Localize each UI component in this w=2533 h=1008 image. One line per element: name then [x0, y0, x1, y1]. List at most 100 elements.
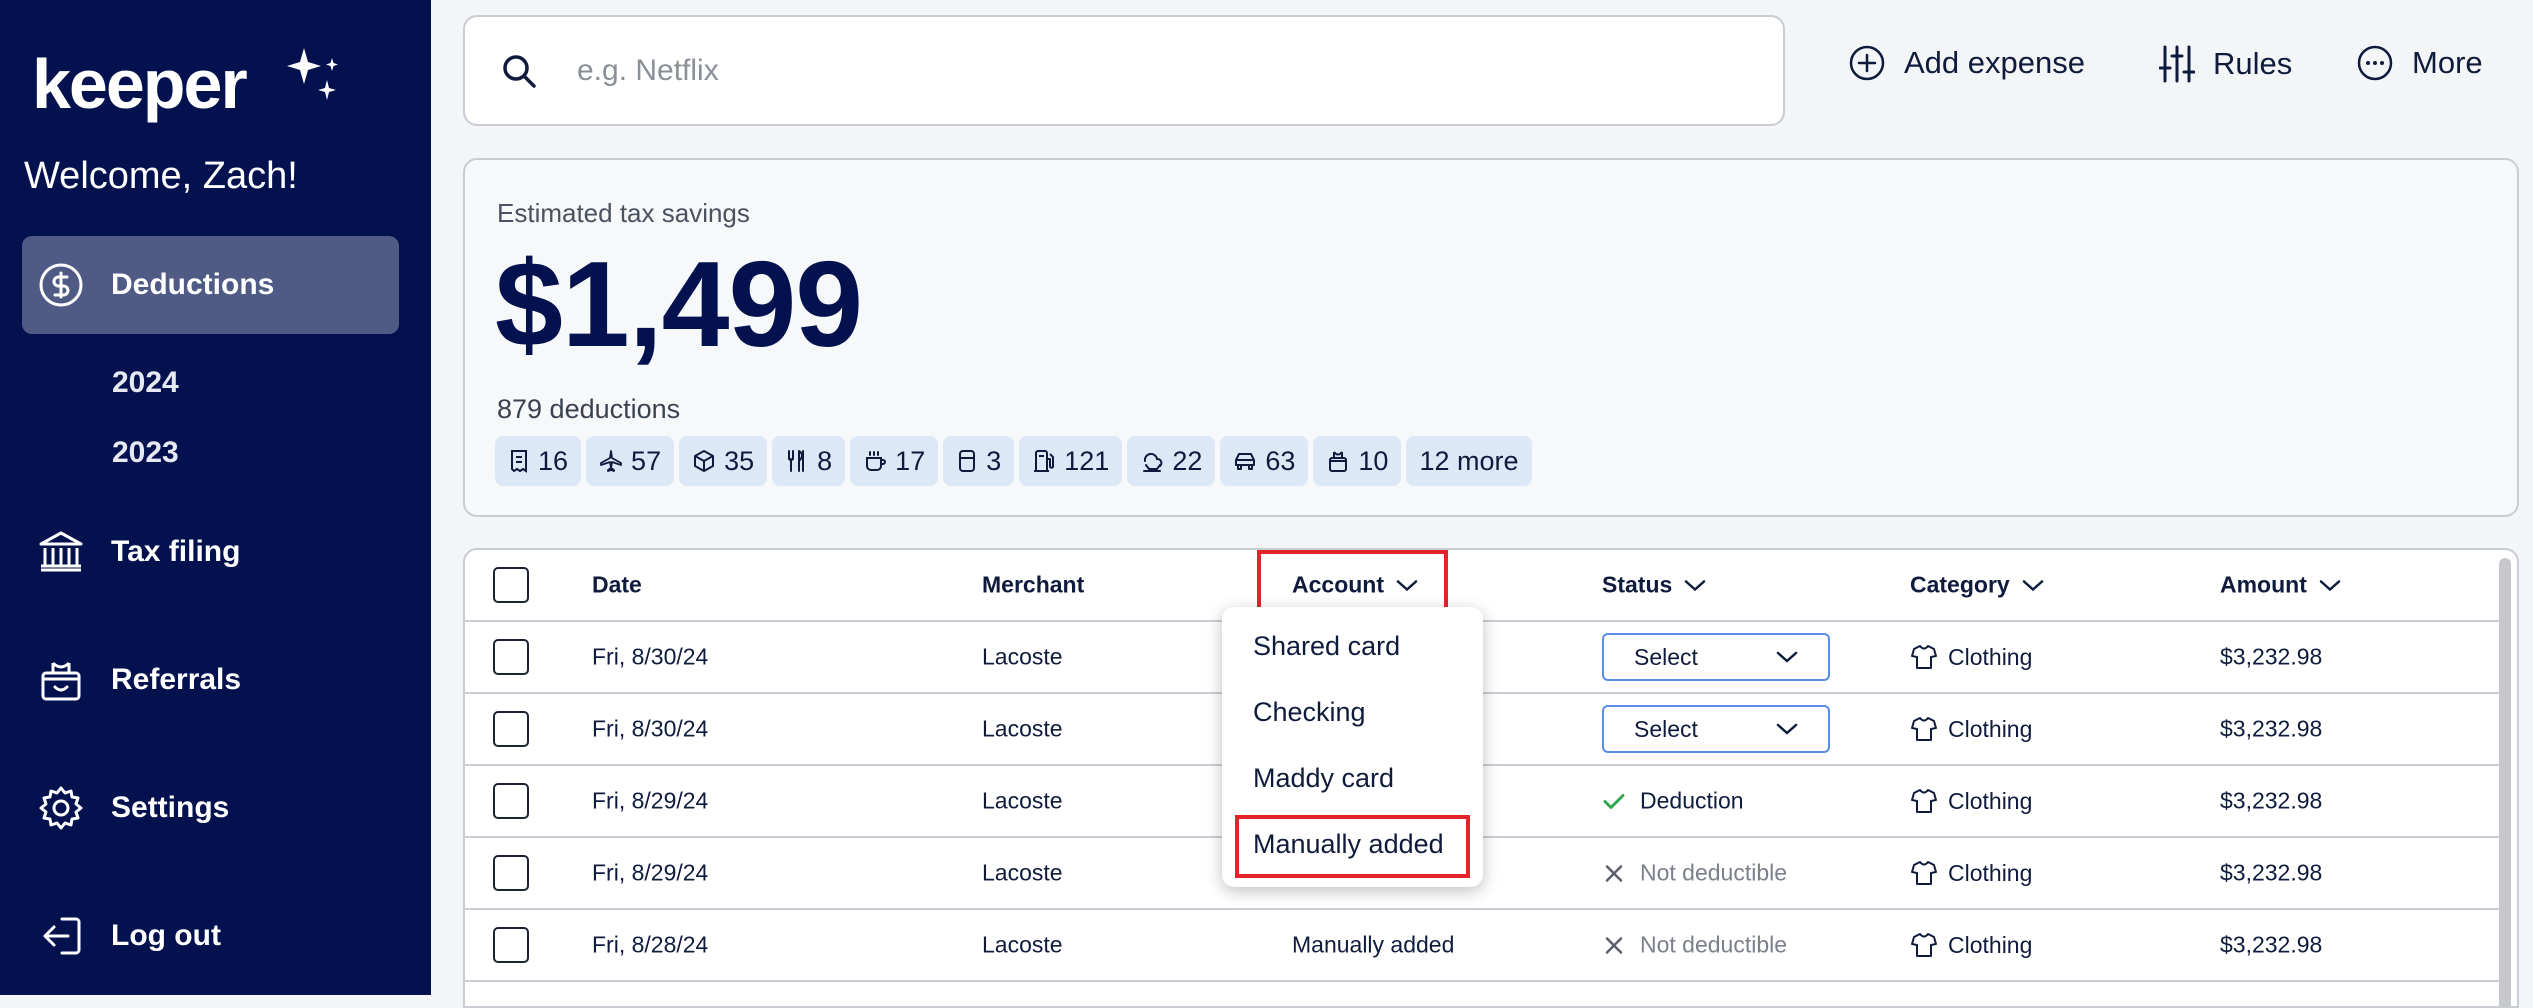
merchant-header[interactable]: Merchant — [982, 572, 1084, 599]
row-checkbox[interactable] — [493, 783, 529, 819]
chip-count: 16 — [538, 445, 569, 476]
row-status[interactable]: Deduction — [1602, 788, 1744, 815]
car-icon — [1235, 453, 1256, 470]
row-category[interactable]: Clothing — [1910, 787, 2032, 815]
row-category[interactable]: Clothing — [1910, 931, 2032, 959]
search-input[interactable] — [577, 53, 1677, 88]
cloud-car-icon — [1143, 452, 1163, 472]
status-select-value: Select — [1634, 643, 1698, 670]
shirt-icon — [1911, 789, 1937, 813]
more-button[interactable]: More — [2356, 44, 2483, 82]
more-label: More — [2412, 45, 2483, 80]
row-category[interactable]: Clothing — [1910, 643, 2032, 671]
sidebar-item-deductions[interactable]: Deductions — [22, 236, 399, 334]
row-merchant: Lacoste — [982, 643, 1063, 670]
chip-phone[interactable]: 3 — [943, 436, 1015, 486]
savings-label: Estimated tax savings — [497, 198, 750, 228]
sidebar-year-2023[interactable]: 2023 — [112, 436, 179, 470]
chip-rideshare[interactable]: 22 — [1127, 436, 1216, 486]
row-account: Manually added — [1292, 931, 1455, 958]
sparkle-icon — [287, 48, 338, 100]
account-header-label: Account — [1292, 571, 1384, 598]
category-chips: 16 57 35 8 17 3 121 22 63 10 12 more — [495, 436, 1532, 486]
date-header[interactable]: Date — [592, 572, 642, 599]
brand-name: keeper — [32, 45, 248, 123]
chip-car[interactable]: 63 — [1220, 436, 1309, 486]
status-select-value: Select — [1634, 715, 1698, 742]
row-checkbox[interactable] — [493, 639, 529, 675]
category-label: Clothing — [1948, 643, 2033, 670]
sidebar-item-label: Settings — [111, 791, 230, 824]
rules-label: Rules — [2213, 46, 2293, 81]
status-select[interactable]: Select — [1602, 633, 1830, 681]
select-all-checkbox[interactable] — [493, 567, 529, 603]
sidebar-item-tax-filing[interactable]: Tax filing — [22, 503, 399, 601]
row-amount: $3,232.98 — [2220, 931, 2323, 958]
row-checkbox[interactable] — [493, 855, 529, 891]
status-header-dropdown[interactable]: Status — [1602, 572, 1706, 599]
chevron-down-icon — [1776, 723, 1798, 735]
chip-count: 22 — [1172, 445, 1203, 476]
status-label: Not deductible — [1640, 859, 1788, 886]
row-checkbox[interactable] — [493, 927, 529, 963]
row-status[interactable]: Not deductible — [1602, 932, 1787, 959]
chevron-down-icon — [1776, 651, 1798, 663]
chip-receipt[interactable]: 16 — [495, 436, 582, 486]
sidebar-item-settings[interactable]: Settings — [22, 759, 399, 857]
sidebar-item-label: Log out — [111, 919, 221, 952]
account-option-manually-added[interactable]: Manually added — [1253, 829, 1444, 860]
sidebar-item-logout[interactable]: Log out — [22, 887, 399, 985]
row-amount: $3,232.98 — [2220, 643, 2323, 670]
sidebar-item-referrals[interactable]: Referrals — [22, 631, 399, 729]
table-row[interactable]: Fri, 8/28/24 Lacoste Manually added Not … — [465, 910, 2499, 982]
chip-meals[interactable]: 8 — [772, 436, 846, 486]
tax-savings-card: Estimated tax savings $1,499 879 deducti… — [463, 158, 2519, 517]
add-expense-label: Add expense — [1904, 45, 2085, 80]
row-amount: $3,232.98 — [2220, 715, 2323, 742]
sidebar: keeper Welcome, Zach! Deductions 2024 20… — [0, 0, 431, 995]
utensils-icon — [788, 450, 805, 472]
category-label: Clothing — [1948, 787, 2033, 814]
plus-circle-icon — [1849, 45, 1885, 81]
chip-count: 57 — [631, 445, 662, 476]
add-expense-button[interactable]: Add expense — [1848, 44, 2085, 82]
chip-gifts[interactable]: 10 — [1313, 436, 1402, 486]
chip-count: 63 — [1265, 445, 1296, 476]
account-option-shared-card[interactable]: Shared card — [1253, 631, 1400, 662]
chip-supplies[interactable]: 35 — [679, 436, 768, 486]
account-header-dropdown[interactable]: Account — [1292, 572, 1418, 599]
account-option-checking[interactable]: Checking — [1253, 697, 1366, 728]
row-category[interactable]: Clothing — [1910, 859, 2032, 887]
row-amount: $3,232.98 — [2220, 859, 2323, 886]
chip-fuel[interactable]: 121 — [1019, 436, 1123, 486]
shirt-icon — [1911, 717, 1937, 741]
chip-coffee[interactable]: 17 — [850, 436, 939, 486]
category-label: Clothing — [1948, 715, 2033, 742]
search-icon — [503, 54, 536, 88]
savings-amount: $1,499 — [495, 236, 863, 372]
row-status[interactable]: Not deductible — [1602, 860, 1787, 887]
row-merchant: Lacoste — [982, 859, 1063, 886]
more-chips-button[interactable]: 12 more — [1406, 436, 1532, 486]
keeper-logo[interactable]: keeper — [32, 44, 338, 124]
row-checkbox[interactable] — [493, 711, 529, 747]
row-date: Fri, 8/29/24 — [592, 787, 709, 814]
search-bar — [463, 15, 1785, 126]
sidebar-year-2024[interactable]: 2024 — [112, 366, 179, 400]
shirt-icon — [1911, 933, 1937, 957]
sidebar-item-label: Referrals — [111, 663, 242, 696]
row-category[interactable]: Clothing — [1910, 715, 2032, 743]
chip-count: 8 — [817, 445, 833, 476]
amount-header-label: Amount — [2220, 571, 2307, 598]
rules-button[interactable]: Rules — [2159, 44, 2292, 84]
logout-icon — [36, 911, 86, 961]
status-select[interactable]: Select — [1602, 705, 1830, 753]
account-option-maddy-card[interactable]: Maddy card — [1253, 763, 1394, 794]
amount-header-dropdown[interactable]: Amount — [2220, 572, 2341, 599]
category-header-dropdown[interactable]: Category — [1910, 572, 2044, 599]
shirt-icon — [1911, 861, 1937, 885]
check-icon — [1603, 793, 1625, 809]
table-scrollbar[interactable] — [2499, 558, 2511, 1006]
chevron-down-icon — [2319, 579, 2341, 591]
chip-travel[interactable]: 57 — [586, 436, 675, 486]
